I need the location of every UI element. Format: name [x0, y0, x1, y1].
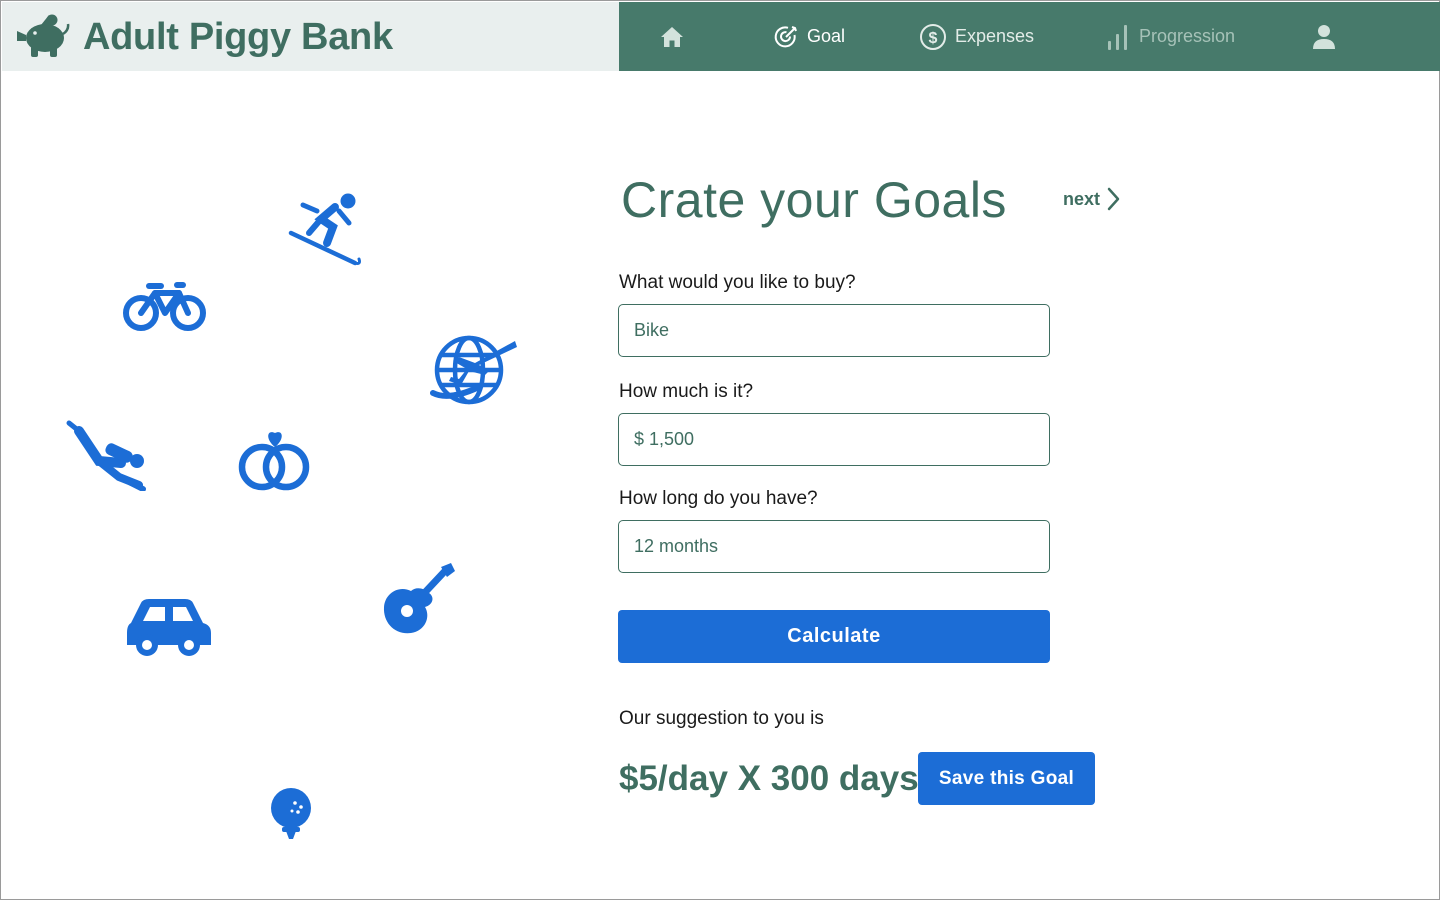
suggestion-label: Our suggestion to you is [619, 708, 824, 729]
top-nav: Goal $ Expenses Progression [619, 2, 1440, 71]
page-title: Crate your Goals [621, 172, 1007, 228]
save-goal-button[interactable]: Save this Goal [918, 752, 1095, 805]
suggestion-value: $5/day X 300 days [619, 759, 919, 798]
duration-field-label: How long do you have? [619, 488, 818, 509]
nav-item-home[interactable] [659, 2, 685, 71]
brand-bar: Adult Piggy Bank [2, 2, 619, 71]
duration-input[interactable] [618, 520, 1050, 573]
brand-title: Adult Piggy Bank [83, 16, 393, 58]
chevron-right-icon [1107, 187, 1120, 211]
dollar-circle-icon: $ [920, 23, 946, 50]
scuba-diving-icon [66, 420, 146, 491]
wedding-rings-icon [238, 432, 310, 491]
next-link[interactable]: next [1063, 187, 1120, 211]
price-input[interactable] [618, 413, 1050, 466]
item-input[interactable] [618, 304, 1050, 357]
golf-ball-icon [271, 788, 311, 839]
travel-globe-icon [430, 335, 517, 405]
nav-item-progression-label: Progression [1139, 26, 1236, 46]
bicycle-icon [123, 282, 206, 331]
app-frame: Adult Piggy Bank Goal $ Expenses Progres… [0, 0, 1440, 900]
target-icon [774, 25, 797, 47]
item-field-label: What would you like to buy? [619, 272, 856, 293]
skiing-icon [288, 193, 361, 266]
next-label: next [1063, 188, 1101, 209]
svg-text:$: $ [929, 30, 938, 47]
home-icon [661, 26, 683, 47]
guitar-icon [383, 563, 455, 634]
calculate-button[interactable]: Calculate [618, 610, 1050, 663]
user-icon [1313, 24, 1335, 49]
nav-item-expenses[interactable]: $ Expenses [919, 2, 1034, 71]
bar-chart-icon [1108, 24, 1127, 50]
nav-item-progression[interactable]: Progression [1105, 2, 1235, 71]
car-icon [127, 599, 211, 656]
nav-item-goal-label: Goal [807, 26, 846, 46]
price-field-label: How much is it? [619, 381, 754, 402]
nav-item-profile[interactable] [1311, 2, 1337, 71]
nav-item-expenses-label: Expenses [955, 26, 1035, 46]
nav-item-goal[interactable]: Goal [773, 2, 845, 71]
piggy-bank-icon [17, 14, 70, 57]
